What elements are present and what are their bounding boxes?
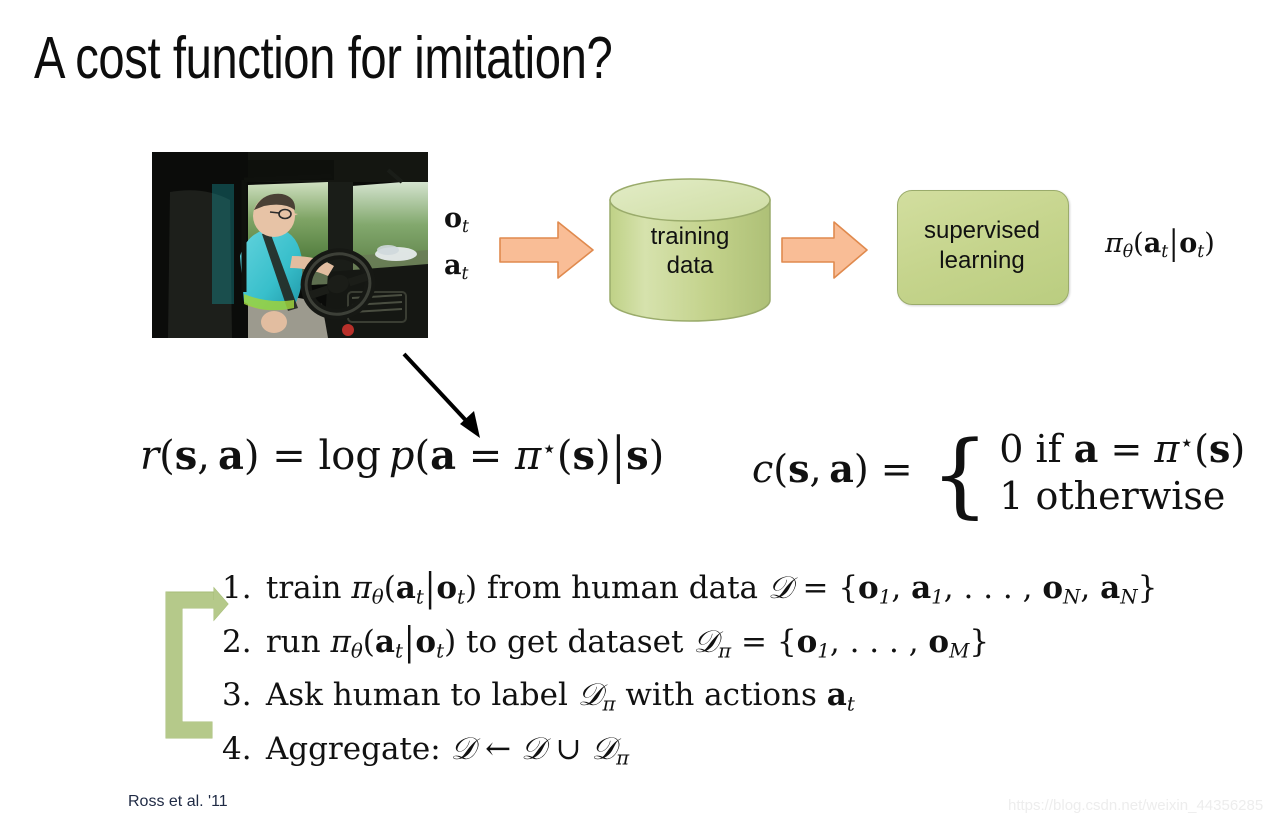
algorithm-list: 1. train πθ(at|ot) from human data 𝒟 = {… xyxy=(222,565,1158,781)
right-arrow-icon xyxy=(498,218,596,287)
step-number: 1. xyxy=(222,570,252,606)
step-dataset: 𝒟π xyxy=(577,677,616,716)
step-text-mid: with actions xyxy=(625,677,817,714)
cases-brace: { 0 if a = π⋆(s) 1 otherwise xyxy=(930,420,1246,528)
list-item: 3. Ask human to label 𝒟π with actions at xyxy=(222,673,1157,727)
right-arrow-icon xyxy=(780,218,870,287)
step-policy: at xyxy=(826,677,855,716)
step-text-before: run xyxy=(265,623,321,660)
list-item: 2. run πθ(at|ot) to get dataset 𝒟π = {o1… xyxy=(222,618,1157,674)
cost-equation: c(s, a) = { 0 if a = π⋆(s) 1 otherwise xyxy=(752,420,1246,528)
observation-label: ot xyxy=(444,203,469,237)
step-text-mid: from human data xyxy=(486,570,759,606)
step-text-before: Ask human to label xyxy=(265,677,568,714)
step-dataset: 𝒟 = {o1, a1, . . . , oN, aN} xyxy=(767,570,1158,609)
cost-case-zero: 0 if a = π⋆(s) xyxy=(999,426,1246,471)
slide-canvas: A cost function for imitation? ot at tra… xyxy=(0,0,1282,823)
cylinder-label-line2: data xyxy=(666,252,714,280)
cylinder-label-line1: training xyxy=(650,223,730,250)
sl-label-line1: supervised xyxy=(923,217,1041,244)
step-number: 2. xyxy=(222,623,252,660)
step-dataset: 𝒟π = {o1, . . . , oM} xyxy=(693,623,990,663)
list-item: 4. Aggregate: 𝒟 ← 𝒟 ∪ 𝒟π xyxy=(222,727,1157,781)
action-label: at xyxy=(444,250,469,284)
sl-label-line2: learning xyxy=(939,247,1025,274)
page-title: A cost function for imitation? xyxy=(34,25,613,91)
reward-equation: r(s, a) = log p(a = π⋆(s)|s) xyxy=(140,427,665,485)
cost-case-one: 1 otherwise xyxy=(999,474,1226,519)
citation: Ross et al. '11 xyxy=(128,793,228,810)
loop-back-arrow-icon xyxy=(152,562,230,745)
supervised-learning-label: supervised learning xyxy=(897,216,1067,276)
policy-output-formula: πθ(at|ot) xyxy=(1105,224,1215,263)
step-number: 3. xyxy=(222,677,252,714)
cylinder-label: training data xyxy=(608,222,772,281)
step-policy: πθ(at|ot) xyxy=(330,618,467,664)
step-number: 4. xyxy=(222,730,252,767)
step-text-mid: to get dataset xyxy=(466,623,684,660)
step-text-before: train xyxy=(265,570,342,606)
step-dataset: 𝒟 ← 𝒟 ∪ 𝒟π xyxy=(450,730,630,770)
step-text-before: Aggregate: xyxy=(265,730,441,767)
step-policy: πθ(at|ot) xyxy=(351,565,487,611)
truck-cab-photo xyxy=(152,152,428,338)
watermark: https://blog.csdn.net/weixin_44356285 xyxy=(1008,797,1264,814)
truck-cab-photo-graphic xyxy=(152,152,428,338)
list-item: 1. train πθ(at|ot) from human data 𝒟 = {… xyxy=(222,565,1158,620)
